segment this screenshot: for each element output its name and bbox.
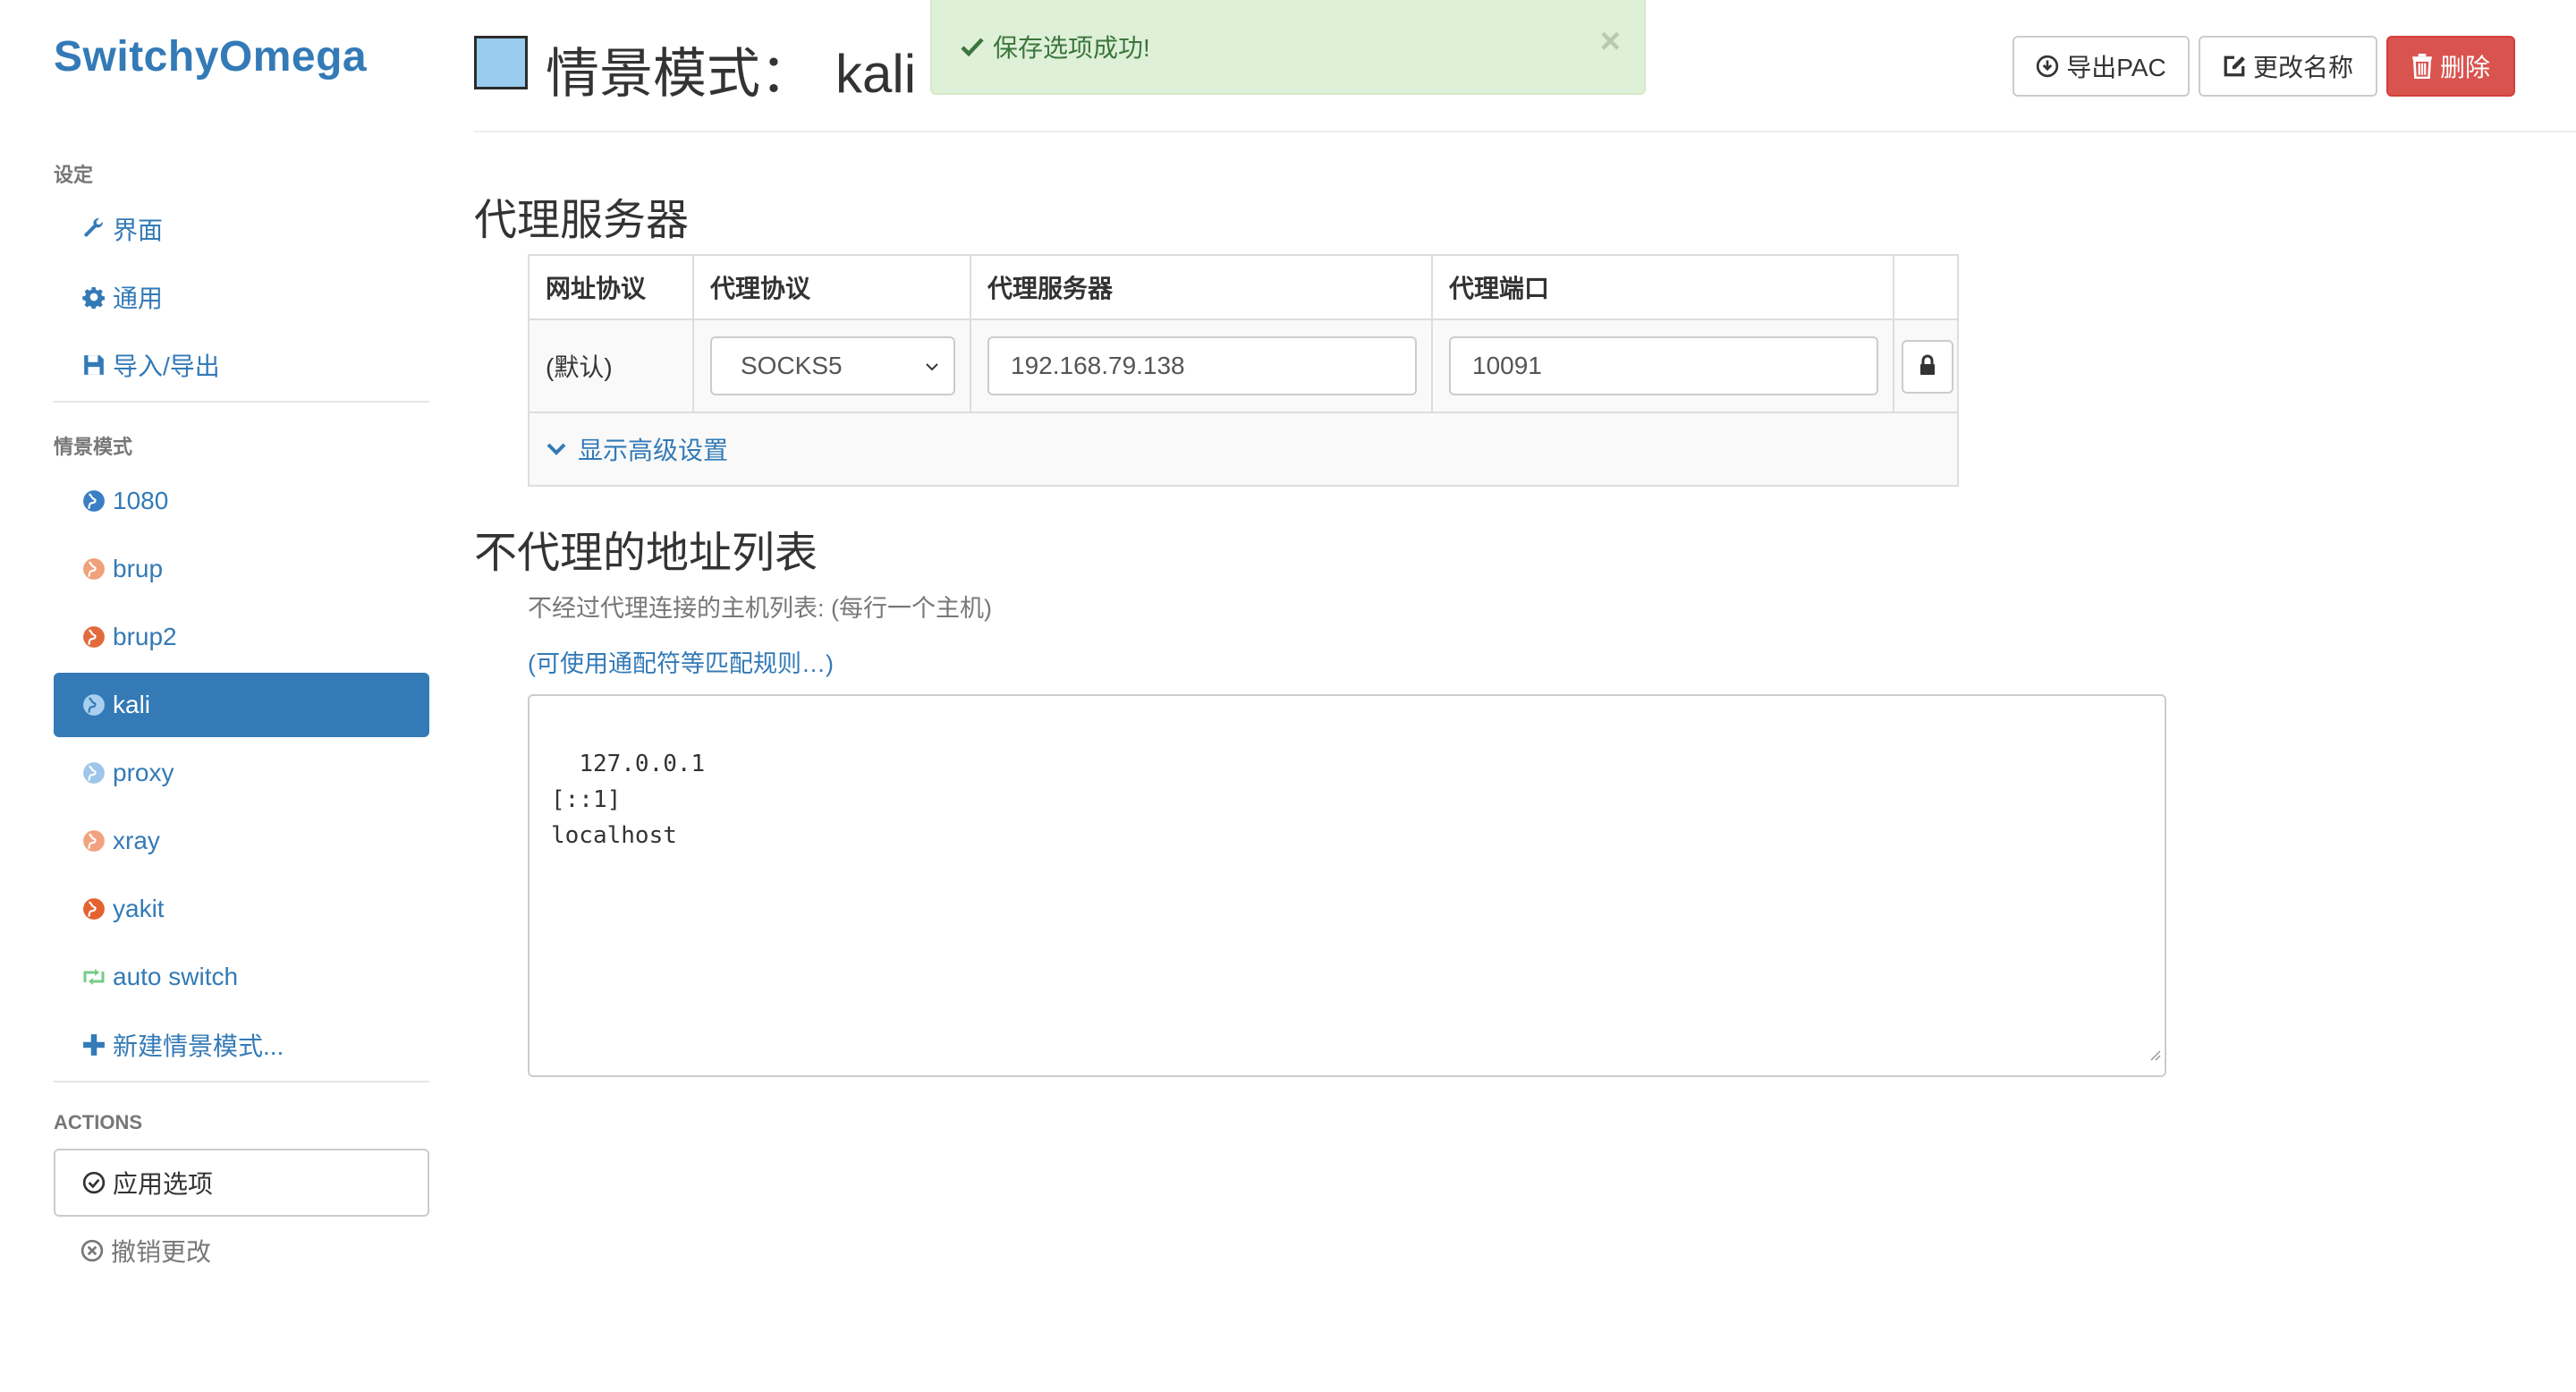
plus-icon [79, 1033, 109, 1057]
sidebar-item-new-profile[interactable]: 新建情景模式... [54, 1013, 429, 1077]
profiles-header: 情景模式 [54, 436, 133, 458]
sidebar-item-label: 通用 [113, 284, 164, 312]
sidebar-item-profile-1080[interactable]: 1080 [54, 469, 429, 533]
alert-close-button[interactable]: × [1600, 23, 1621, 59]
sidebar-item-label: 新建情景模式... [113, 1032, 284, 1060]
success-alert: 保存选项成功! × [930, 0, 1646, 95]
show-advanced-toggle[interactable]: 显示高级设置 [530, 413, 1957, 485]
delete-button[interactable]: 删除 [2386, 36, 2515, 97]
wildcard-rules-link[interactable]: (可使用通配符等匹配规则…) [528, 644, 834, 679]
globe-icon [79, 625, 109, 649]
sidebar-item-profile-yakit[interactable]: yakit [54, 877, 429, 941]
profile-color-swatch[interactable] [474, 36, 528, 89]
check-circle-icon [82, 1171, 106, 1194]
bypass-list-content: 127.0.0.1 [::1] localhost [551, 751, 706, 849]
export-pac-label: 导出PAC [2066, 54, 2166, 81]
server-cell: 192.168.79.138 [971, 320, 1433, 413]
sidebar-item-label: brup [113, 555, 164, 582]
scheme-cell: (默认) [530, 320, 694, 413]
sidebar-item-label: proxy [113, 759, 174, 786]
globe-icon [79, 829, 109, 853]
lock-icon [1919, 354, 1936, 380]
rename-button[interactable]: 更改名称 [2199, 36, 2377, 97]
apply-options-label: 应用选项 [113, 1170, 214, 1198]
brand-logo-text[interactable]: SwitchyOmega [54, 32, 367, 81]
sidebar-item-profile-auto-switch[interactable]: auto switch [54, 945, 429, 1009]
page-title: 情景模式： kali [546, 30, 916, 108]
column-header-port: 代理端口 [1433, 256, 1894, 320]
wrench-icon [79, 217, 109, 241]
settings-header: 设定 [54, 164, 94, 186]
rename-label: 更改名称 [2252, 54, 2353, 81]
protocol-select[interactable]: SOCKS5 [710, 336, 955, 395]
apply-options-button[interactable]: 应用选项 [54, 1149, 429, 1217]
gear-icon [79, 285, 109, 309]
protocol-cell: SOCKS5 [694, 320, 971, 413]
proxy-servers-table: 网址协议 代理协议 代理服务器 代理端口 (默认) SOCKS5 192.168… [528, 254, 1959, 487]
scheme-label: (默认) [546, 353, 613, 381]
sidebar-item-interface[interactable]: 界面 [54, 197, 429, 261]
sidebar-item-label: brup2 [113, 623, 177, 650]
sidebar-item-label: auto switch [113, 963, 239, 990]
auth-lock-button[interactable] [1902, 340, 1953, 394]
sidebar: SwitchyOmega 设定 界面 通用 导入/导出 情景模式 1080 br… [0, 0, 447, 1392]
sidebar-item-profile-xray[interactable]: xray [54, 809, 429, 873]
port-cell: 10091 [1433, 320, 1894, 413]
sidebar-item-profile-brup2[interactable]: brup2 [54, 605, 429, 669]
bypass-list-title: 不代理的地址列表 [474, 530, 818, 577]
proxy-servers-title: 代理服务器 [474, 197, 690, 244]
chevron-down-icon [923, 358, 941, 376]
actions-header: ACTIONS [54, 1111, 142, 1133]
check-icon [961, 36, 984, 57]
sidebar-item-label: 界面 [113, 216, 164, 244]
alert-message: 保存选项成功! [993, 34, 1150, 62]
protocol-select-value: SOCKS5 [741, 352, 843, 379]
export-pac-button[interactable]: 导出PAC [2012, 36, 2190, 97]
sidebar-item-label: 1080 [113, 487, 169, 514]
page-title-prefix: 情景模式： [546, 44, 814, 104]
column-header-server: 代理服务器 [971, 256, 1433, 320]
column-header-scheme: 网址协议 [530, 256, 694, 320]
sidebar-item-profile-proxy[interactable]: proxy [54, 741, 429, 805]
globe-icon [79, 693, 109, 717]
chevron-down-icon [546, 441, 567, 457]
sidebar-item-label: kali [113, 691, 151, 718]
discard-changes-link[interactable]: 撤销更改 [54, 1217, 211, 1285]
sidebar-item-profile-brup[interactable]: brup [54, 537, 429, 601]
column-header-protocol: 代理协议 [694, 256, 971, 320]
close-circle-icon [80, 1239, 104, 1262]
auth-cell [1894, 320, 1957, 413]
sidebar-item-label: xray [113, 827, 160, 854]
sidebar-item-general[interactable]: 通用 [54, 265, 429, 329]
divider [54, 401, 429, 403]
globe-icon [79, 489, 109, 513]
divider [54, 1081, 429, 1082]
bypass-list-textarea[interactable]: 127.0.0.1 [::1] localhost [528, 694, 2166, 1077]
column-header-actions [1894, 256, 1957, 320]
trash-icon [2411, 54, 2433, 79]
floppy-icon [79, 353, 109, 377]
globe-icon [79, 761, 109, 785]
delete-label: 删除 [2439, 54, 2490, 81]
globe-icon [79, 897, 109, 921]
header-divider [474, 131, 2576, 132]
download-circle-icon [2036, 55, 2059, 78]
sidebar-item-label: yakit [113, 895, 165, 922]
proxy-server-input[interactable]: 192.168.79.138 [987, 336, 1417, 395]
globe-icon [79, 557, 109, 581]
resize-grip-icon[interactable] [2147, 1036, 2161, 1072]
retweet-icon [79, 965, 109, 989]
sidebar-item-import-export[interactable]: 导入/导出 [54, 333, 429, 397]
sidebar-item-profile-kali[interactable]: kali [54, 673, 429, 737]
show-advanced-label: 显示高级设置 [578, 437, 729, 464]
proxy-port-input[interactable]: 10091 [1449, 336, 1878, 395]
page-title-profile-name: kali [835, 44, 917, 104]
edit-icon [2223, 55, 2246, 78]
bypass-help-text: 不经过代理连接的主机列表: (每行一个主机) [528, 595, 992, 622]
sidebar-item-label: 导入/导出 [113, 352, 220, 380]
discard-changes-label: 撤销更改 [111, 1238, 212, 1266]
